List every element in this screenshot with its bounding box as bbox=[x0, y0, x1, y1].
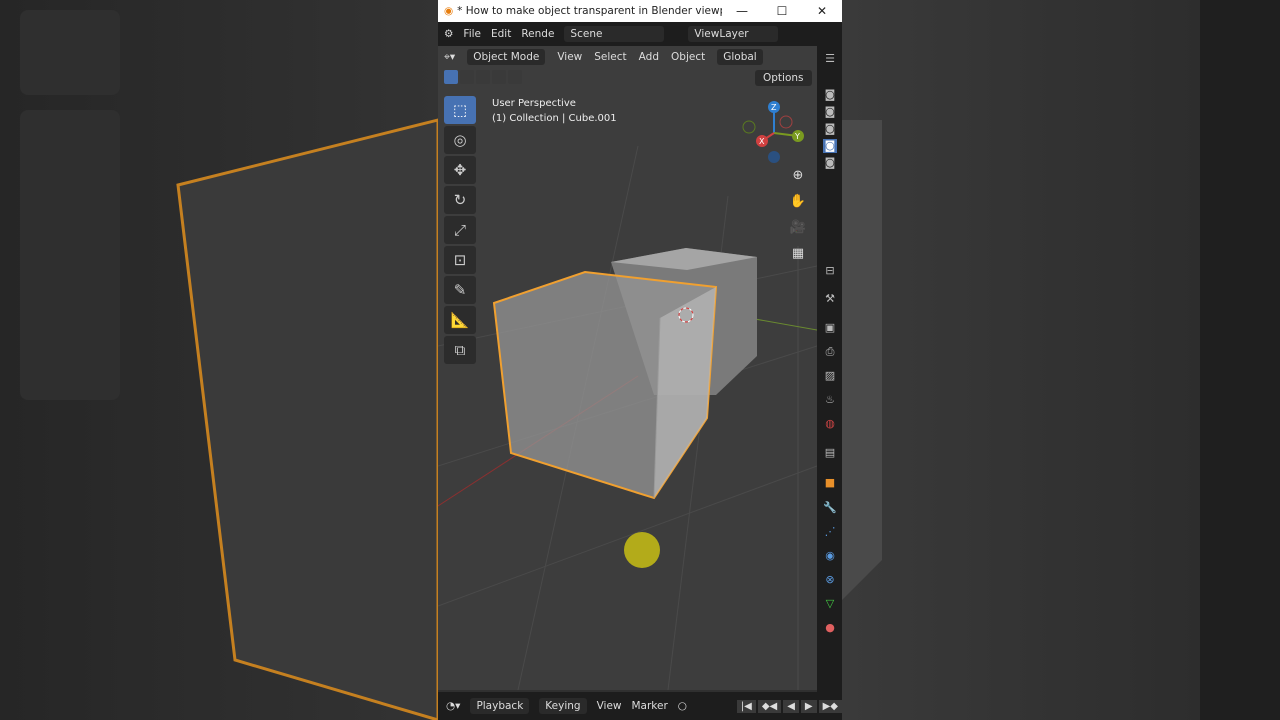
tool-properties-icon[interactable]: ⚒ bbox=[823, 292, 837, 306]
viewport-header: ⌖▾ Object Mode View Select Add Object Gl… bbox=[438, 46, 817, 68]
gizmo-z: Z bbox=[771, 103, 777, 112]
camera-icon[interactable]: ◙ bbox=[823, 156, 837, 170]
modifier-icon[interactable]: 🔧 bbox=[823, 501, 837, 515]
menu-view[interactable]: View bbox=[557, 51, 582, 63]
world-properties-icon[interactable]: ◍ bbox=[823, 417, 837, 431]
menu-add[interactable]: Add bbox=[639, 51, 659, 63]
collection-icon[interactable]: ▤ bbox=[823, 446, 837, 460]
play-icon[interactable]: ▶ bbox=[800, 699, 817, 713]
navigation-gizmo[interactable]: Z Y X bbox=[742, 101, 804, 163]
top-bar: ⚙ File Edit Rende Scene ViewLayer bbox=[438, 22, 842, 46]
editor-type-icon[interactable]: ⌖▾ bbox=[444, 51, 455, 64]
material-icon[interactable]: ● bbox=[823, 621, 837, 635]
playback-controls: |◀ ◆◀ ◀ ▶ ▶◆ bbox=[736, 699, 842, 713]
menu-render[interactable]: Rende bbox=[521, 28, 554, 40]
select-intersect-icon[interactable] bbox=[508, 70, 522, 84]
render-properties-icon[interactable]: ▣ bbox=[823, 321, 837, 335]
next-keyframe-icon[interactable]: ▶◆ bbox=[818, 699, 842, 713]
rotate-tool-icon[interactable]: ↻ bbox=[444, 186, 476, 214]
properties-strip: ☰ ◙ ◙ ◙ ◙ ◙ ⊟ ⚒ ▣ ⎙ ▨ ♨ ◍ ▤ ■ 🔧 ⋰ ◉ ⊗ ▽ … bbox=[817, 46, 842, 692]
timeline-editor-icon[interactable]: ◔▾ bbox=[446, 700, 460, 712]
menu-marker[interactable]: Marker bbox=[632, 700, 668, 712]
menu-object[interactable]: Object bbox=[671, 51, 705, 63]
outliner-icon[interactable]: ☰ bbox=[823, 52, 837, 66]
properties-toggle-icon[interactable]: ⊟ bbox=[823, 264, 837, 278]
object-data-icon[interactable]: ▽ bbox=[823, 597, 837, 611]
collection-label: (1) Collection | Cube.001 bbox=[492, 113, 617, 124]
output-properties-icon[interactable]: ⎙ bbox=[823, 345, 837, 359]
perspective-label: User Perspective bbox=[492, 98, 576, 109]
menu-keying[interactable]: Keying bbox=[539, 698, 587, 714]
window-title: * How to make object transparent in Blen… bbox=[457, 5, 722, 17]
options-dropdown[interactable]: Options bbox=[755, 70, 812, 86]
blender-logo-icon: ◉ bbox=[444, 5, 454, 17]
transform-tool-icon[interactable]: ⊡ bbox=[444, 246, 476, 274]
3d-viewport[interactable]: Z Y X bbox=[438, 46, 818, 691]
menu-select[interactable]: Select bbox=[594, 51, 626, 63]
pan-hand-icon[interactable]: ✋ bbox=[788, 194, 808, 214]
scene-selector[interactable]: Scene bbox=[564, 26, 665, 42]
title-bar: ◉ * How to make object transparent in Bl… bbox=[438, 0, 842, 22]
select-extend-icon[interactable] bbox=[460, 70, 474, 84]
gizmo-y: Y bbox=[794, 132, 800, 141]
jump-start-icon[interactable]: |◀ bbox=[736, 699, 756, 713]
select-box-icon[interactable]: ⬚ bbox=[444, 96, 476, 124]
camera-icon[interactable]: ◙ bbox=[823, 88, 837, 102]
camera-view-icon[interactable]: 🎥 bbox=[788, 220, 808, 240]
auto-keying-toggle[interactable]: ○ bbox=[678, 700, 687, 712]
play-reverse-icon[interactable]: ◀ bbox=[783, 699, 799, 713]
maximize-button[interactable]: ☐ bbox=[762, 4, 802, 18]
menu-playback[interactable]: Playback bbox=[470, 698, 530, 714]
tool-shelf: ⬚ ◎ ✥ ↻ ⤢ ⊡ ✎ 📐 ⧉ bbox=[444, 96, 476, 366]
particles-icon[interactable]: ⋰ bbox=[823, 525, 837, 539]
perspective-grid-icon[interactable]: ▦ bbox=[788, 246, 808, 266]
minimize-button[interactable]: — bbox=[722, 4, 762, 18]
move-tool-icon[interactable]: ✥ bbox=[444, 156, 476, 184]
orientation-selector[interactable]: Global bbox=[717, 49, 763, 65]
object-properties-icon[interactable]: ■ bbox=[823, 476, 837, 490]
camera-icon[interactable]: ◙ bbox=[823, 122, 837, 136]
add-cube-tool-icon[interactable]: ⧉ bbox=[444, 336, 476, 364]
mode-selector[interactable]: Object Mode bbox=[467, 49, 546, 65]
gizmo-x: X bbox=[759, 137, 765, 146]
select-new-icon[interactable] bbox=[444, 70, 458, 84]
blender-menu-icon[interactable]: ⚙ bbox=[444, 28, 453, 40]
scene-view: Z Y X bbox=[438, 101, 818, 691]
blurred-background-right bbox=[842, 0, 1280, 720]
camera-icon[interactable]: ◙ bbox=[823, 139, 837, 153]
menu-edit[interactable]: Edit bbox=[491, 28, 511, 40]
mouse-cursor-highlight bbox=[624, 532, 660, 568]
zoom-icon[interactable]: ⊕ bbox=[788, 168, 808, 188]
select-invert-icon[interactable] bbox=[492, 70, 506, 84]
select-subtract-icon[interactable] bbox=[476, 70, 490, 84]
timeline-header: ◔▾ Playback Keying View Marker ○ |◀ ◆◀ ◀ ▶ ▶… bbox=[438, 692, 842, 720]
menu-file[interactable]: File bbox=[463, 28, 481, 40]
view-layer-icon[interactable]: ▨ bbox=[823, 369, 837, 383]
blurred-background-left bbox=[0, 0, 438, 720]
camera-icon[interactable]: ◙ bbox=[823, 105, 837, 119]
close-button[interactable]: ✕ bbox=[802, 4, 842, 18]
constraints-icon[interactable]: ⊗ bbox=[823, 573, 837, 587]
measure-tool-icon[interactable]: 📐 bbox=[444, 306, 476, 334]
selection-mode-buttons bbox=[444, 70, 522, 84]
scene-properties-icon[interactable]: ♨ bbox=[823, 393, 837, 407]
annotate-tool-icon[interactable]: ✎ bbox=[444, 276, 476, 304]
viewport-info: User Perspective (1) Collection | Cube.0… bbox=[492, 96, 617, 126]
blender-window: ◉ * How to make object transparent in Bl… bbox=[438, 0, 842, 720]
view-layer-selector[interactable]: ViewLayer bbox=[688, 26, 779, 42]
scale-tool-icon[interactable]: ⤢ bbox=[444, 216, 476, 244]
menu-view-timeline[interactable]: View bbox=[597, 700, 622, 712]
cursor-tool-icon[interactable]: ◎ bbox=[444, 126, 476, 154]
physics-icon[interactable]: ◉ bbox=[823, 549, 837, 563]
cube-001-selected[interactable] bbox=[492, 270, 718, 500]
prev-keyframe-icon[interactable]: ◆◀ bbox=[757, 699, 782, 713]
